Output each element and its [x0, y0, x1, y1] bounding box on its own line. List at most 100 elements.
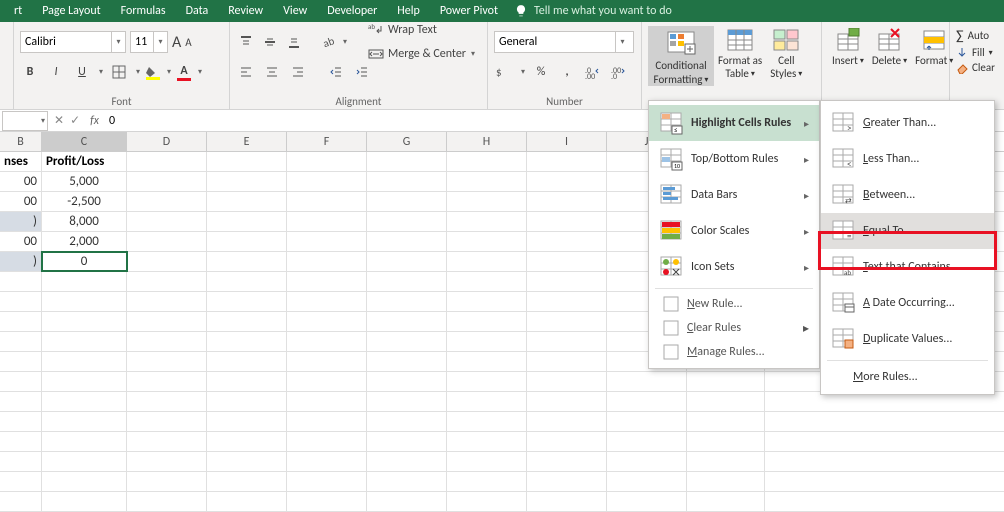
- cell[interactable]: [367, 272, 447, 291]
- borders-button[interactable]: [109, 62, 129, 82]
- cell[interactable]: [207, 492, 287, 511]
- comma-button[interactable]: ,: [557, 62, 577, 82]
- wrap-text-button[interactable]: ab Wrap Text: [362, 19, 481, 41]
- cell[interactable]: 00: [0, 172, 42, 191]
- tab-formulas[interactable]: Formulas: [111, 1, 176, 21]
- orientation-dropdown[interactable]: ▾: [343, 37, 347, 47]
- font-size-dropdown[interactable]: ▾: [153, 32, 167, 52]
- cell[interactable]: [287, 352, 367, 371]
- cell[interactable]: [287, 252, 367, 271]
- cell[interactable]: [367, 332, 447, 351]
- cell[interactable]: [527, 332, 607, 351]
- cell[interactable]: [207, 352, 287, 371]
- cell[interactable]: [527, 312, 607, 331]
- cell[interactable]: [42, 452, 127, 471]
- align-left-button[interactable]: [236, 62, 256, 82]
- fill-color-button[interactable]: [146, 65, 160, 80]
- hcr-item-eq[interactable]: =Equal To...: [821, 213, 994, 249]
- cell[interactable]: 00: [0, 192, 42, 211]
- cell[interactable]: [447, 432, 527, 451]
- number-format-box[interactable]: ▾: [494, 31, 634, 53]
- cell[interactable]: [447, 232, 527, 251]
- cell[interactable]: [447, 312, 527, 331]
- cell[interactable]: [0, 352, 42, 371]
- cell[interactable]: [127, 272, 207, 291]
- cell[interactable]: [207, 272, 287, 291]
- cell[interactable]: 0: [42, 252, 127, 271]
- cell[interactable]: [0, 372, 42, 391]
- cell[interactable]: [367, 452, 447, 471]
- decrease-font-icon[interactable]: A: [185, 36, 191, 49]
- cell[interactable]: [367, 232, 447, 251]
- cell[interactable]: [127, 432, 207, 451]
- hcr-item-dt[interactable]: A Date Occurring...: [821, 285, 994, 321]
- font-name-dropdown[interactable]: ▾: [111, 32, 125, 52]
- cell[interactable]: [367, 412, 447, 431]
- cell[interactable]: 8,000: [42, 212, 127, 231]
- cell[interactable]: [687, 472, 765, 491]
- cell[interactable]: [42, 352, 127, 371]
- borders-dropdown[interactable]: ▾: [136, 67, 140, 77]
- cell[interactable]: Profit/Loss: [42, 152, 127, 171]
- clear-button[interactable]: Clear: [954, 60, 1000, 75]
- cell[interactable]: [287, 472, 367, 491]
- number-format-input[interactable]: [495, 32, 615, 52]
- italic-button[interactable]: I: [46, 62, 66, 82]
- cell[interactable]: [687, 392, 765, 411]
- cell[interactable]: [527, 192, 607, 211]
- cell[interactable]: [367, 352, 447, 371]
- cell[interactable]: [287, 492, 367, 511]
- cell[interactable]: [0, 452, 42, 471]
- col-header-E[interactable]: E: [207, 132, 287, 151]
- font-name-input[interactable]: [21, 32, 111, 52]
- font-name-box[interactable]: ▾: [20, 31, 126, 53]
- cell[interactable]: [287, 452, 367, 471]
- cell[interactable]: [447, 172, 527, 191]
- bold-button[interactable]: B: [20, 62, 40, 82]
- fill-button[interactable]: Fill▾: [954, 45, 1000, 60]
- cell[interactable]: [447, 492, 527, 511]
- increase-font-icon[interactable]: A: [172, 33, 181, 52]
- cancel-icon[interactable]: ✕: [54, 113, 64, 128]
- cell[interactable]: [607, 452, 687, 471]
- cell[interactable]: [447, 392, 527, 411]
- cell[interactable]: [527, 152, 607, 171]
- cell[interactable]: [447, 332, 527, 351]
- decrease-decimal-button[interactable]: .00.0: [609, 62, 629, 82]
- cell[interactable]: 5,000: [42, 172, 127, 191]
- cell[interactable]: [287, 272, 367, 291]
- cell[interactable]: [0, 492, 42, 511]
- cell[interactable]: [607, 472, 687, 491]
- cell[interactable]: [207, 392, 287, 411]
- cell[interactable]: [447, 412, 527, 431]
- insert-cells-button[interactable]: Insert▾: [828, 26, 868, 107]
- tab-power-pivot[interactable]: Power Pivot: [430, 1, 508, 21]
- cell[interactable]: [127, 492, 207, 511]
- cell[interactable]: [127, 212, 207, 231]
- increase-indent-button[interactable]: [352, 62, 372, 82]
- menu-item-is[interactable]: Icon Sets▸: [649, 249, 819, 285]
- cell[interactable]: [0, 432, 42, 451]
- cell[interactable]: [207, 312, 287, 331]
- cell[interactable]: [0, 332, 42, 351]
- cell[interactable]: [0, 272, 42, 291]
- menu-item-tbr[interactable]: 10Top/Bottom Rules▸: [649, 141, 819, 177]
- cell[interactable]: [207, 372, 287, 391]
- cell[interactable]: [447, 252, 527, 271]
- cell[interactable]: [42, 432, 127, 451]
- cell[interactable]: [607, 492, 687, 511]
- cell[interactable]: [0, 472, 42, 491]
- cell[interactable]: [207, 212, 287, 231]
- font-size-input[interactable]: [131, 32, 153, 52]
- rule-item-clear[interactable]: Clear Rules▸: [649, 316, 819, 340]
- align-middle-button[interactable]: [260, 32, 280, 52]
- cell[interactable]: [527, 272, 607, 291]
- cell[interactable]: ): [0, 212, 42, 231]
- tab-page-layout[interactable]: Page Layout: [32, 1, 110, 21]
- tab-data[interactable]: Data: [176, 1, 219, 21]
- cell[interactable]: [607, 392, 687, 411]
- cell[interactable]: [207, 232, 287, 251]
- cell[interactable]: [42, 372, 127, 391]
- cell[interactable]: [527, 372, 607, 391]
- cell[interactable]: [367, 492, 447, 511]
